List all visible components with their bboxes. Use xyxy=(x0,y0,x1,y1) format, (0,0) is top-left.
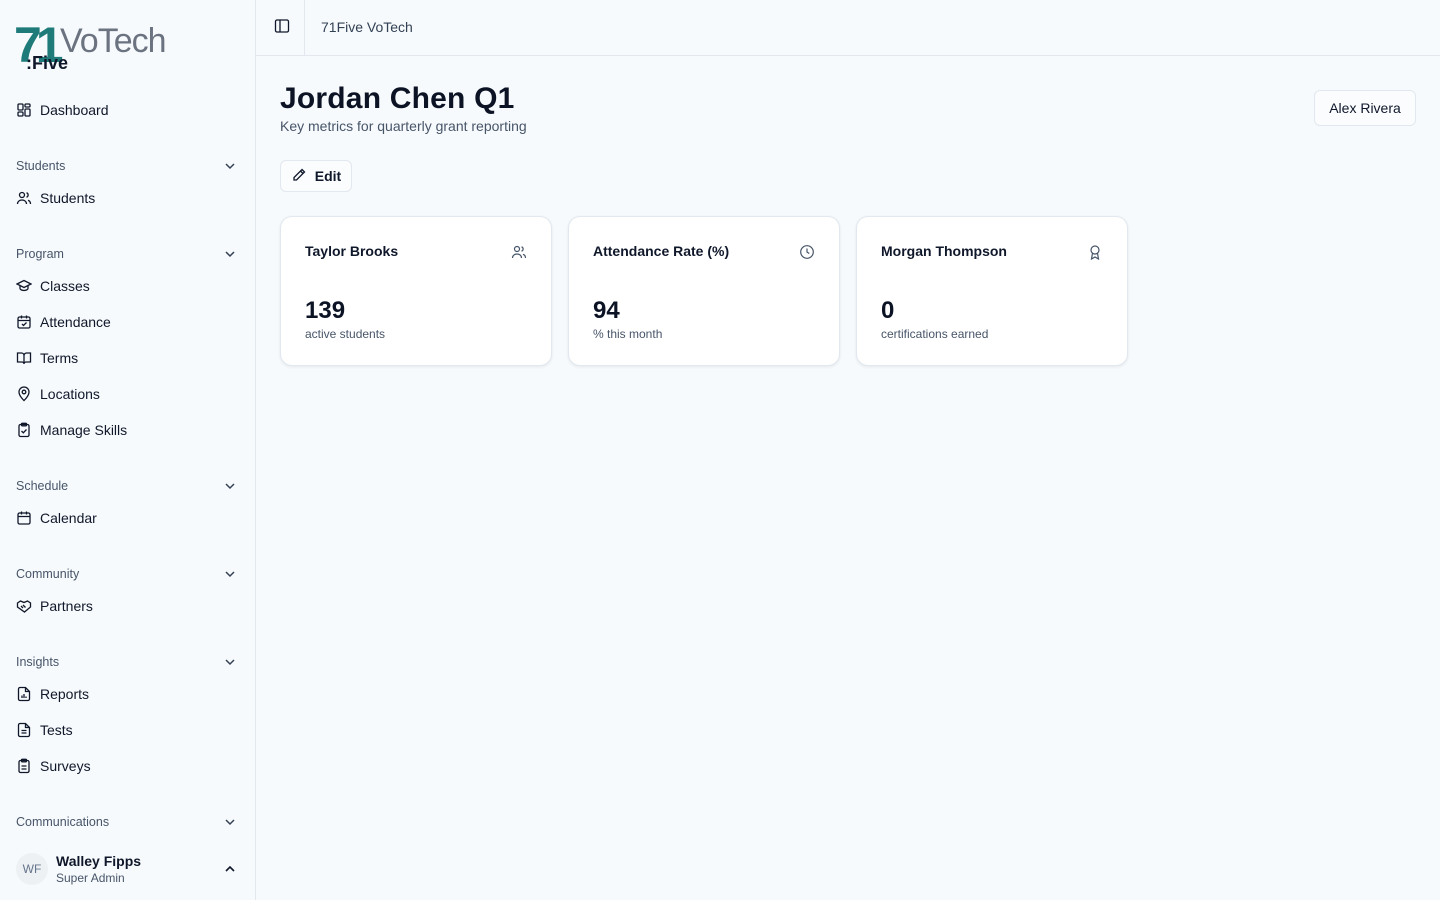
logo-mark: 71 VoTech :Five xyxy=(16,17,167,73)
user-role: Super Admin xyxy=(56,871,125,885)
svg-text:VoTech: VoTech xyxy=(60,22,166,60)
sidebar-item-tests[interactable]: Tests xyxy=(8,714,248,746)
card-title: Attendance Rate (%) xyxy=(593,243,730,259)
users-icon xyxy=(511,244,527,260)
edit-button[interactable]: Edit xyxy=(280,160,352,192)
book-open-icon xyxy=(16,350,32,366)
sidebar-item-label: Surveys xyxy=(40,758,91,774)
clock-icon xyxy=(799,244,815,260)
user-name: Walley Fipps xyxy=(56,853,142,869)
user-select-button[interactable]: Alex Rivera xyxy=(1314,90,1416,126)
group-communications[interactable]: Communications xyxy=(8,808,248,836)
topbar: 71Five VoTech xyxy=(256,0,1440,56)
award-icon xyxy=(1087,244,1103,261)
sidebar-item-dashboard[interactable]: Dashboard xyxy=(8,94,248,126)
map-pin-icon xyxy=(16,386,32,402)
graduation-cap-icon xyxy=(16,278,32,294)
card-note: certifications earned xyxy=(881,327,989,341)
dashboard-icon xyxy=(16,102,32,118)
users-icon xyxy=(16,190,32,206)
card-note: active students xyxy=(305,327,386,341)
group-label: Communications xyxy=(16,815,110,829)
chevron-down-icon xyxy=(222,246,238,262)
clipboard-list-icon xyxy=(16,758,32,774)
group-label: Schedule xyxy=(16,479,69,493)
calendar-check-icon xyxy=(16,314,32,330)
sidebar-item-classes[interactable]: Classes xyxy=(8,270,248,302)
chevron-down-icon xyxy=(222,814,238,830)
avatar: WF xyxy=(16,853,48,885)
group-label: Insights xyxy=(16,655,60,669)
sidebar-item-terms[interactable]: Terms xyxy=(8,342,248,374)
chevron-down-icon xyxy=(222,478,238,494)
card-title: Taylor Brooks xyxy=(305,243,399,259)
group-label: Community xyxy=(16,567,80,581)
metric-card: Morgan Thompson 0 certifications earned xyxy=(856,216,1128,366)
group-program[interactable]: Program xyxy=(8,240,248,268)
svg-text::Five: :Five xyxy=(26,53,68,73)
card-value: 0 xyxy=(881,297,895,324)
sidebar-item-label: Calendar xyxy=(40,510,97,526)
breadcrumb[interactable]: 71Five VoTech xyxy=(321,19,413,35)
sidebar-item-label: Manage Skills xyxy=(40,422,128,438)
clipboard-check-icon xyxy=(16,422,32,438)
sidebar-item-label: Attendance xyxy=(40,314,111,330)
edit-label: Edit xyxy=(314,168,342,184)
chevron-down-icon xyxy=(222,654,238,670)
sidebar-item-manage-skills[interactable]: Manage Skills xyxy=(8,414,248,446)
sidebar-item-calendar[interactable]: Calendar xyxy=(8,502,248,534)
panel-left-icon xyxy=(274,18,290,39)
user-info: Walley Fipps Super Admin xyxy=(56,852,141,886)
sidebar-item-label: Classes xyxy=(40,278,90,294)
sidebar-item-partners[interactable]: Partners xyxy=(8,590,248,622)
calendar-icon xyxy=(16,510,32,526)
group-community[interactable]: Community xyxy=(8,560,248,588)
card-title: Morgan Thompson xyxy=(881,243,1007,259)
metric-card: Attendance Rate (%) 94 % this month xyxy=(568,216,840,366)
logo[interactable]: 71 VoTech :Five xyxy=(16,14,176,74)
file-chart-icon xyxy=(16,686,32,702)
sidebar-item-students[interactable]: Students xyxy=(8,182,248,214)
sidebar: 71 VoTech :Five Dashboard Students Stude… xyxy=(0,0,256,900)
group-schedule[interactable]: Schedule xyxy=(8,472,248,500)
chevron-down-icon xyxy=(222,566,238,582)
group-students[interactable]: Students xyxy=(8,152,248,180)
sidebar-item-reports[interactable]: Reports xyxy=(8,678,248,710)
user-menu[interactable]: WF Walley Fipps Super Admin xyxy=(8,846,248,892)
group-insights[interactable]: Insights xyxy=(8,648,248,676)
sidebar-item-label: Tests xyxy=(40,722,73,738)
chevron-up-icon xyxy=(222,861,238,877)
card-value: 139 xyxy=(305,297,346,324)
page-title: Jordan Chen Q1 xyxy=(280,82,515,115)
pencil-icon xyxy=(291,167,307,186)
group-label: Program xyxy=(16,247,64,261)
sidebar-item-surveys[interactable]: Surveys xyxy=(8,750,248,782)
card-value: 94 xyxy=(593,297,620,324)
group-label: Students xyxy=(16,159,66,173)
sidebar-item-label: Partners xyxy=(40,598,93,614)
sidebar-item-label: Reports xyxy=(40,686,90,702)
page-subtitle: Key metrics for quarterly grant reportin… xyxy=(280,118,527,134)
sidebar-toggle-button[interactable] xyxy=(272,18,292,38)
sidebar-item-attendance[interactable]: Attendance xyxy=(8,306,248,338)
divider xyxy=(304,0,305,56)
chevron-down-icon xyxy=(222,158,238,174)
metric-card: Taylor Brooks 139 active students xyxy=(280,216,552,366)
sidebar-item-label: Locations xyxy=(40,386,100,402)
handshake-icon xyxy=(16,598,32,614)
sidebar-item-label: Terms xyxy=(40,350,79,366)
sidebar-item-label: Students xyxy=(40,190,96,206)
sidebar-item-label: Dashboard xyxy=(40,102,109,118)
card-note: % this month xyxy=(593,327,663,341)
file-text-icon xyxy=(16,722,32,738)
sidebar-item-locations[interactable]: Locations xyxy=(8,378,248,410)
